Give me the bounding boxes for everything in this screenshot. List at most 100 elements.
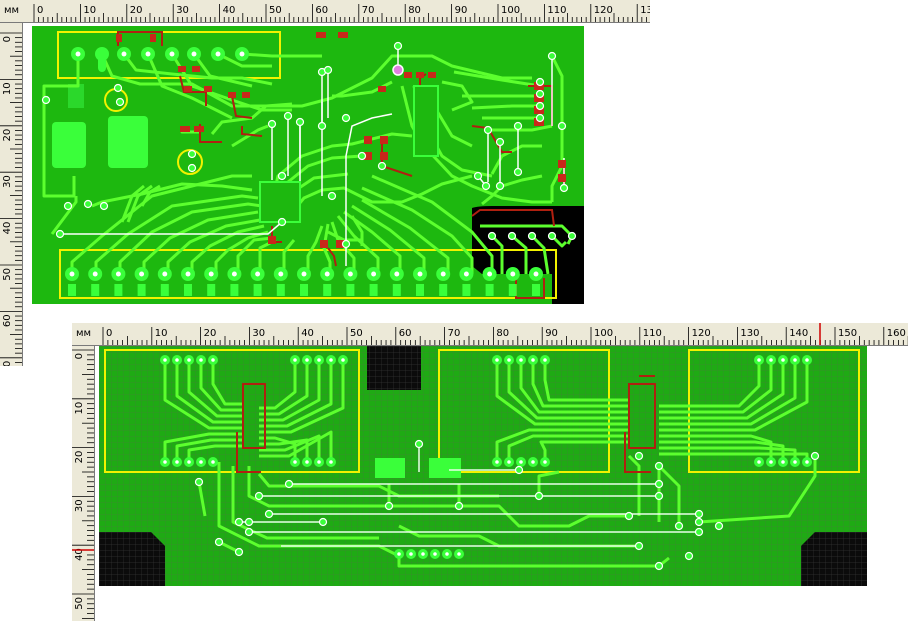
ruler-ticks-vertical-2: 01020304050 — [72, 349, 94, 619]
pad-hole — [531, 358, 535, 362]
keepout-top — [367, 346, 421, 390]
via — [810, 451, 820, 461]
ruler-tick-label: 40 — [301, 328, 314, 339]
pad-hole — [487, 271, 493, 277]
ruler-tick-label: 80 — [408, 5, 421, 16]
via — [473, 171, 483, 181]
via — [535, 89, 545, 99]
pad-hole — [533, 271, 539, 277]
via — [277, 171, 287, 181]
pad-hole — [805, 358, 809, 362]
pad-hole — [457, 552, 461, 556]
pcb-view-top[interactable]: мм 0102030405060708090100110120130 01020… — [0, 0, 650, 366]
ruler-tick-label: 10 — [74, 402, 85, 415]
pad-hole — [463, 271, 469, 277]
pad-hole — [175, 358, 179, 362]
pad-hole — [305, 460, 309, 464]
via — [264, 509, 274, 519]
ruler-tick-label: 150 — [838, 328, 857, 339]
ruler-tick-label: 130 — [640, 5, 650, 16]
via — [234, 547, 244, 557]
horizontal-ruler: мм 0102030405060708090100110120130 — [0, 0, 650, 23]
via — [341, 113, 351, 123]
pcb-view-bottom[interactable]: мм 0 10 20 30 40 50 60 70 80 90 100 110 120 130 140 150… — [72, 323, 908, 621]
via — [327, 191, 337, 201]
pad-hole — [793, 460, 797, 464]
via — [267, 119, 277, 129]
pad-hole — [191, 51, 197, 57]
pad-hole — [371, 271, 377, 277]
ruler-tick-label: 130 — [740, 328, 759, 339]
pad-leg — [532, 284, 540, 296]
via — [341, 239, 351, 249]
ruler-tick-label: 50 — [269, 5, 282, 16]
pad-leg — [346, 284, 355, 296]
via — [674, 521, 684, 531]
ruler-tick-label: 70 — [362, 5, 375, 16]
highlight-via[interactable] — [392, 64, 404, 76]
via — [55, 229, 65, 239]
horizontal-ruler-2: мм 0 10 20 30 40 50 60 70 80 90 100 110 120 130 140 150… — [72, 323, 908, 346]
pad-hole — [163, 460, 167, 464]
pad-hole — [239, 51, 245, 57]
ruler-tick-label: 30 — [2, 175, 13, 188]
pad-leg — [508, 284, 517, 296]
ruler-tick-label: 100 — [501, 5, 520, 16]
pad-leg — [323, 284, 332, 296]
pad-hole — [185, 271, 191, 277]
ruler-tick-label: 100 — [594, 328, 613, 339]
via — [654, 561, 664, 571]
via — [414, 439, 424, 449]
keepout-bottom-left — [99, 532, 165, 586]
pad-hole — [301, 271, 307, 277]
pcb-board-bottom[interactable] — [99, 346, 867, 586]
ruler-tick-label: 10 — [83, 5, 96, 16]
pad-hole — [543, 358, 547, 362]
via — [234, 517, 244, 527]
pad-hole — [211, 460, 215, 464]
via — [277, 217, 287, 227]
ruler-ticks-vertical: 0 10 20 30 40 50 60 70 — [0, 32, 22, 366]
pad-hole — [162, 271, 168, 277]
via — [547, 231, 557, 241]
ruler-tick-label: 120 — [692, 328, 711, 339]
ruler-tick-label: 20 — [2, 129, 13, 142]
pad-hole — [341, 358, 345, 362]
pad-leg — [253, 284, 262, 296]
via — [284, 479, 294, 489]
pad-hole — [421, 552, 425, 556]
pad-hole — [531, 460, 535, 464]
via — [384, 501, 394, 511]
pad-leg — [300, 284, 308, 296]
vertical-ruler: 0 10 20 30 40 50 60 70 — [0, 23, 23, 366]
ruler-tick-label: 60 — [315, 5, 328, 16]
header-pad-oval — [98, 48, 106, 72]
pad-leg — [230, 284, 239, 296]
ruler-tick-label: 40 — [223, 5, 236, 16]
pad-leg — [114, 284, 123, 296]
ruler-tick-label: 0 — [74, 353, 85, 359]
ruler-tick-label: 110 — [547, 5, 566, 16]
via — [535, 77, 545, 87]
pad-hole — [139, 271, 145, 277]
pad-hole — [317, 460, 321, 464]
via — [63, 201, 73, 211]
ruler-tick-label: 120 — [594, 5, 613, 16]
via — [377, 161, 387, 171]
ruler-ticks: 0 10 20 30 40 50 60 70 80 90 100 110 120 130 — [33, 4, 650, 22]
via — [483, 125, 493, 135]
ic-right — [413, 85, 439, 157]
via — [694, 509, 704, 519]
ruler-tick-label: 0 — [2, 36, 13, 42]
pad-hole — [440, 271, 446, 277]
ruler-tick-label: 30 — [176, 5, 189, 16]
pad-hole — [394, 271, 400, 277]
via — [194, 477, 204, 487]
pad-hole — [187, 460, 191, 464]
pad-hole — [199, 358, 203, 362]
ruler-tick-label: 140 — [789, 328, 808, 339]
ruler-tick-label: 50 — [350, 328, 363, 339]
ruler-tick-label: 30 — [252, 328, 265, 339]
pcb-board-top[interactable] — [32, 26, 584, 304]
via — [694, 527, 704, 537]
